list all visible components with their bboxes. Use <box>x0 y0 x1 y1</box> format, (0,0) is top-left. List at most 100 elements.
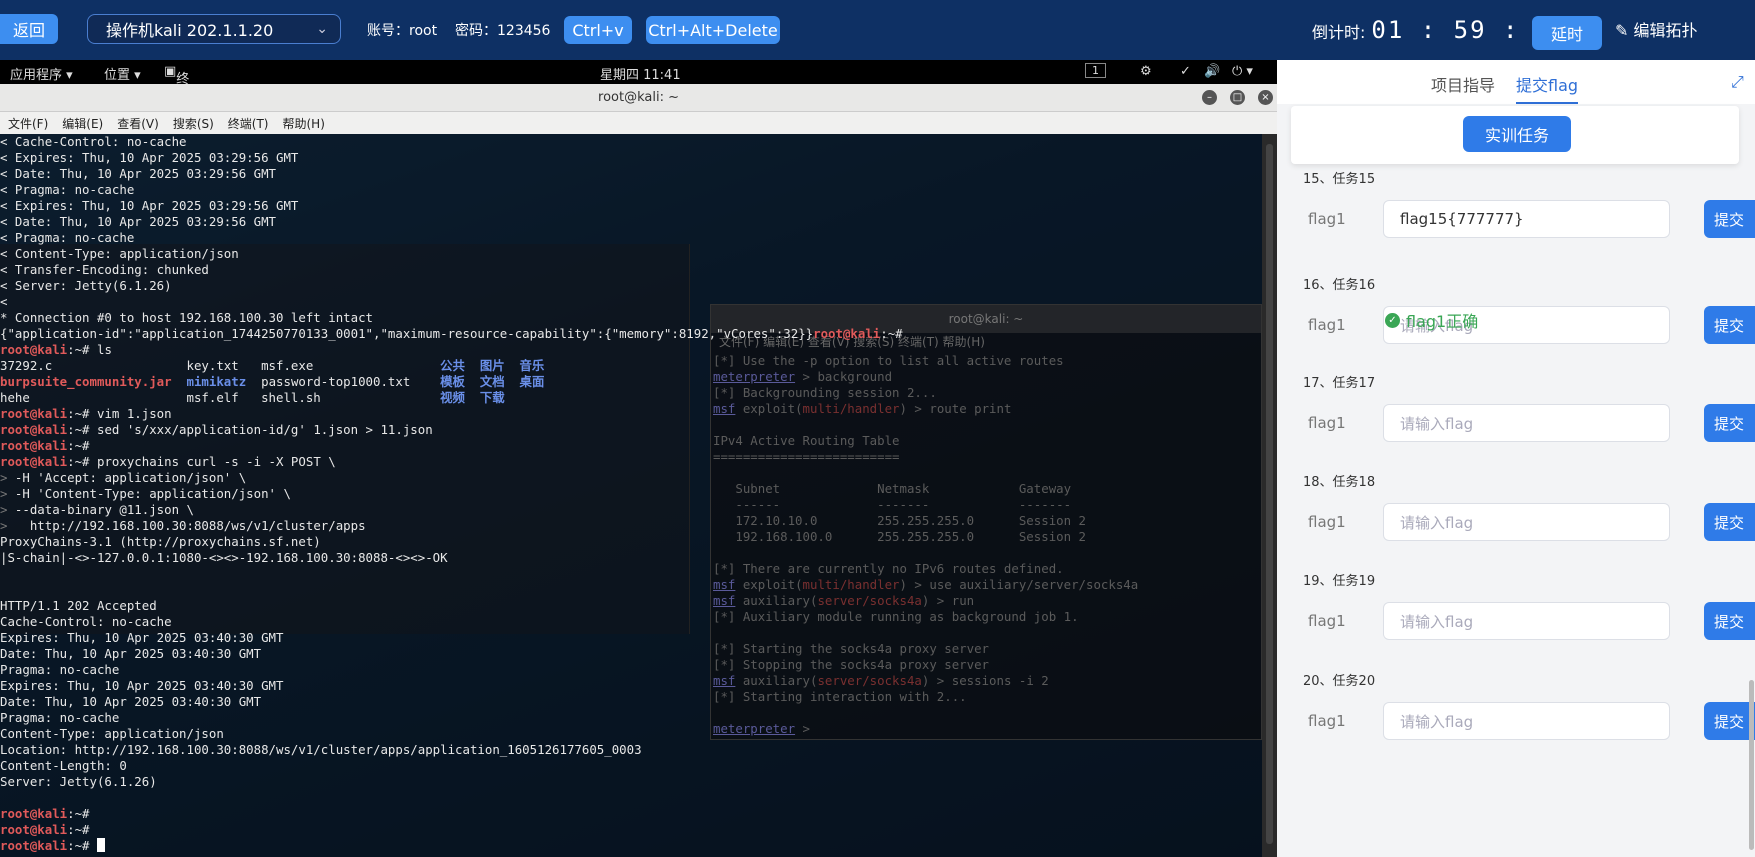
terminal-line: root@kali:~# <box>0 822 90 837</box>
menu-terminal[interactable]: 终端(T) <box>228 115 269 132</box>
remote-desktop[interactable]: 应用程序 ▾ 位置 ▾ ▣ 终端 ▾ 星期四 11:41 1 ⚙ ✓ 🔊 ⏻ ▾… <box>0 60 1277 857</box>
countdown: 倒计时: 01 : 59 : 31 <box>1312 16 1569 44</box>
places-menu[interactable]: 位置 ▾ <box>104 64 141 83</box>
flag-label: flag1 <box>1308 414 1346 432</box>
terminal-line: * Connection #0 to host 192.168.100.30 l… <box>0 310 373 325</box>
terminal-line: burpsuite_community.jar mimikatz passwor… <box>0 374 545 389</box>
terminal-line: > -H 'Accept: application/json' \ <box>0 470 247 485</box>
vm-selector[interactable]: 操作机kali 202.1.1.20 ⌄ <box>87 14 341 44</box>
menu-file[interactable]: 文件(F) <box>8 115 48 132</box>
flag-input[interactable]: flag15{777777} <box>1383 200 1670 238</box>
flag-input[interactable]: 请输入flag <box>1383 404 1670 442</box>
terminal-line: ProxyChains-3.1 (http://proxychains.sf.n… <box>0 534 321 549</box>
terminal-line: {"application-id":"application_174425077… <box>0 326 903 341</box>
menu-view[interactable]: 查看(V) <box>117 115 159 132</box>
terminal-line: < Content-Type: application/json <box>0 246 239 261</box>
terminal-line: < <box>0 294 8 309</box>
terminal-line: Location: http://192.168.100.30:8088/ws/… <box>0 742 642 757</box>
flag-input[interactable]: 请输入flag <box>1383 503 1670 541</box>
scroll-thumb[interactable] <box>1266 144 1273 844</box>
terminal-body[interactable]: root@kali: ~ 文件(F) 编辑(E) 查看(V) 搜索(S) 终端(… <box>0 134 1262 857</box>
terminal-line: root@kali:~# sed 's/xxx/application-id/g… <box>0 422 433 437</box>
terminal-line: root@kali:~# <box>0 806 90 821</box>
flag-label: flag1 <box>1308 612 1346 630</box>
terminal-menubar: 文件(F) 编辑(E) 查看(V) 搜索(S) 终端(T) 帮助(H) <box>0 112 1277 134</box>
terminal-line: < Cache-Control: no-cache <box>0 134 187 149</box>
expand-icon[interactable]: ⤢ <box>1731 72 1744 92</box>
edit-topology-button[interactable]: ✎ 编辑拓扑 <box>1615 17 1698 41</box>
account-text: 账号：root <box>367 23 438 39</box>
edit-topology-label: 编辑拓扑 <box>1633 21 1698 40</box>
terminal-output: < Cache-Control: no-cache < Expires: Thu,… <box>0 134 903 854</box>
flag-input[interactable]: 请输入flag <box>1383 702 1670 740</box>
terminal-line: Expires: Thu, 10 Apr 2025 03:40:30 GMT <box>0 678 284 693</box>
ctrl-v-button[interactable]: Ctrl+v <box>564 16 632 44</box>
menu-help[interactable]: 帮助(H) <box>283 115 325 132</box>
flag-input[interactable]: 请输入flag <box>1383 602 1670 640</box>
close-icon[interactable]: × <box>1258 90 1273 105</box>
terminal-line: root@kali:~# <box>0 838 903 854</box>
terminal-line: < Date: Thu, 10 Apr 2025 03:29:56 GMT <box>0 214 277 229</box>
terminal-line: Cache-Control: no-cache <box>0 614 172 629</box>
minimize-icon[interactable]: – <box>1202 90 1217 105</box>
back-button[interactable]: 返回 <box>0 14 58 44</box>
flag-label: flag1 <box>1308 712 1346 730</box>
terminal-line: > http://192.168.100.30:8088/ws/v1/clust… <box>0 518 366 533</box>
terminal-line: Content-Type: application/json <box>0 726 224 741</box>
task-title: 18、任务18 <box>1303 475 1376 490</box>
applications-menu[interactable]: 应用程序 ▾ <box>10 64 73 83</box>
terminal-window: root@kali: ~ – □ × 文件(F) 编辑(E) 查看(V) 搜索(… <box>0 84 1277 857</box>
network-icon[interactable]: ✓ <box>1180 64 1191 79</box>
terminal-titlebar[interactable]: root@kali: ~ – □ × <box>0 84 1277 112</box>
terminal-line: |S-chain|-<>-127.0.0.1:1080-<><>-192.168… <box>0 550 448 565</box>
panel-scroll-thumb[interactable] <box>1749 680 1754 850</box>
terminal-line: Pragma: no-cache <box>0 710 120 725</box>
power-icon[interactable]: ⏻ ▾ <box>1232 64 1253 79</box>
terminal-line: < Expires: Thu, 10 Apr 2025 03:29:56 GMT <box>0 198 299 213</box>
terminal-line: root@kali:~# ls <box>0 342 112 357</box>
terminal-line: 37292.c key.txt msf.exe 公共 图片 音乐 <box>0 358 545 373</box>
terminal-menu[interactable]: ▣ 终端 ▾ <box>164 64 189 121</box>
terminal-line: < Date: Thu, 10 Apr 2025 03:29:56 GMT <box>0 166 277 181</box>
volume-icon[interactable]: 🔊 <box>1204 64 1220 79</box>
workspace-indicator[interactable]: 1 <box>1085 63 1106 78</box>
gnome-top-bar: 应用程序 ▾ 位置 ▾ ▣ 终端 ▾ 星期四 11:41 1 ⚙ ✓ 🔊 ⏻ ▾ <box>0 60 1277 121</box>
terminal-line: root@kali:~# <box>0 438 90 453</box>
devices-icon[interactable]: ⚙ <box>1140 64 1152 79</box>
ctrl-alt-delete-button[interactable]: Ctrl+Alt+Delete <box>646 16 780 44</box>
terminal-line: < Pragma: no-cache <box>0 182 135 197</box>
task-title: 15、任务15 <box>1303 172 1376 187</box>
flag-label: flag1 <box>1308 210 1346 228</box>
terminal-line: Expires: Thu, 10 Apr 2025 03:40:30 GMT <box>0 630 284 645</box>
terminal-line: Date: Thu, 10 Apr 2025 03:40:30 GMT <box>0 646 262 661</box>
clock[interactable]: 星期四 11:41 <box>600 64 681 83</box>
terminal-line: > --data-binary @11.json \ <box>0 502 194 517</box>
vm-name: 操作机kali 202.1.1.20 <box>106 21 274 40</box>
panel-scrollbar[interactable] <box>1747 104 1755 857</box>
panel-tabs: 项目指导 提交flag ⤢ <box>1277 60 1755 104</box>
tab-guide[interactable]: 项目指导 <box>1431 72 1495 96</box>
tab-submit-flag[interactable]: 提交flag <box>1516 72 1579 104</box>
terminal-line: < Server: Jetty(6.1.26) <box>0 278 172 293</box>
terminal-scrollbar[interactable] <box>1262 134 1277 857</box>
top-toolbar: 返回 操作机kali 202.1.1.20 ⌄ 账号：root 密码：12345… <box>0 0 1755 60</box>
flag-label: flag1 <box>1308 513 1346 531</box>
terminal-line: > -H 'Content-Type: application/json' \ <box>0 486 291 501</box>
task-title: 20、任务20 <box>1303 674 1376 689</box>
terminal-line: Pragma: no-cache <box>0 662 120 677</box>
task-title: 16、任务16 <box>1303 278 1376 293</box>
menu-search[interactable]: 搜索(S) <box>173 115 214 132</box>
pencil-icon: ✎ <box>1615 21 1629 40</box>
maximize-icon[interactable]: □ <box>1230 90 1245 105</box>
task-title: 19、任务19 <box>1303 574 1376 589</box>
terminal-line: root@kali:~# proxychains curl -s -i -X P… <box>0 454 336 469</box>
terminal-line: HTTP/1.1 202 Accepted <box>0 598 157 613</box>
extend-time-button[interactable]: 延时 <box>1532 16 1602 50</box>
menu-edit[interactable]: 编辑(E) <box>62 115 103 132</box>
flag-panel: 项目指导 提交flag ⤢ 实训任务 15、任务15 flag1 flag15{77… <box>1277 60 1755 857</box>
success-text: flag1正确 <box>1406 312 1479 331</box>
training-task-button[interactable]: 实训任务 <box>1463 116 1571 152</box>
